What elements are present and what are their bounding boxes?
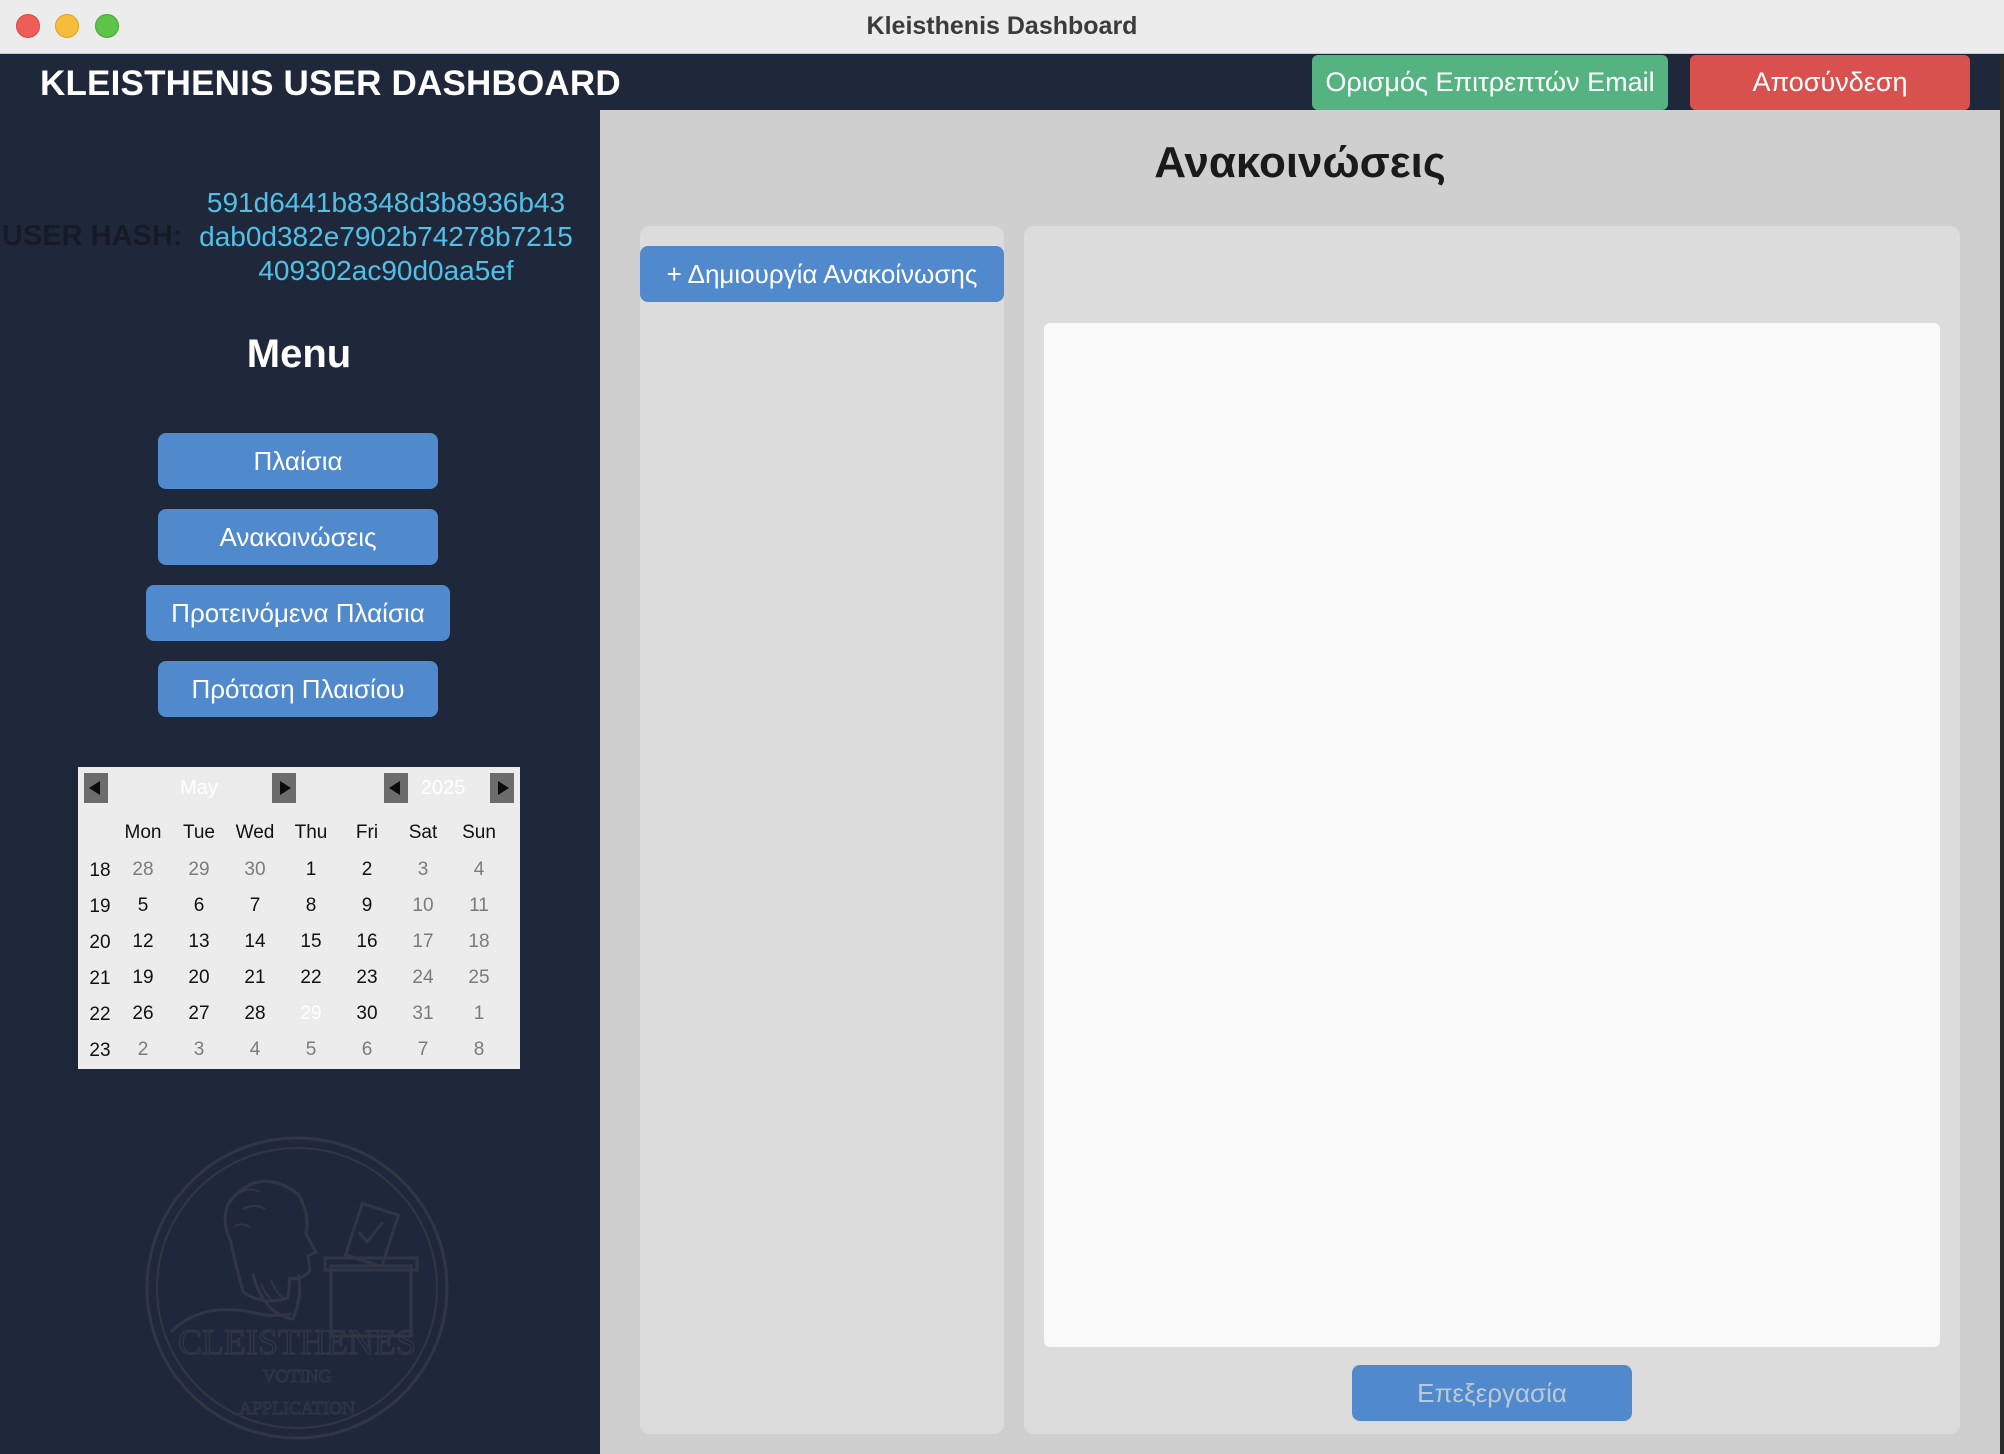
announcement-detail-panel: Επεξεργασία: [1024, 226, 1960, 1434]
calendar-day[interactable]: 11: [456, 895, 502, 917]
calendar-day[interactable]: 8: [288, 895, 334, 917]
calendar-day[interactable]: 2: [120, 1039, 166, 1061]
calendar-day[interactable]: 1: [288, 859, 334, 881]
announcements-list-panel: + Δημιουργία Ανακοίνωσης: [640, 226, 1004, 1434]
chevron-right-icon: [280, 781, 291, 795]
menu-item-announcements[interactable]: Ανακοινώσεις: [158, 509, 438, 565]
calendar-weekday-header: Tue: [182, 822, 216, 843]
dashboard-title: KLEISTHENIS USER DASHBOARD: [40, 64, 621, 103]
logout-button[interactable]: Αποσύνδεση: [1690, 55, 1970, 110]
calendar-year: 2025: [420, 777, 466, 799]
cleisthenes-logo: CLEISTHENES VOTING APPLICATION: [145, 1136, 449, 1440]
calendar-week-number: 23: [89, 1040, 111, 1061]
user-hash-value: 591d6441b8348d3b8936b43 dab0d382e7902b74…: [176, 186, 596, 288]
menu-item-suggested-frames[interactable]: Προτεινόμενα Πλαίσια: [146, 585, 450, 641]
calendar-day[interactable]: 12: [120, 931, 166, 953]
title-bar: Kleisthenis Dashboard: [0, 0, 2004, 54]
chevron-left-icon: [89, 781, 100, 795]
calendar-weekday-header: Sat: [408, 822, 438, 843]
calendar-day[interactable]: 8: [456, 1039, 502, 1061]
calendar-day[interactable]: 14: [232, 931, 278, 953]
app-header: KLEISTHENIS USER DASHBOARD Ορισμός Επιτρ…: [0, 55, 2000, 110]
logo-subtitle-text: APPLICATION: [239, 1398, 355, 1418]
calendar-day[interactable]: 20: [176, 967, 222, 989]
calendar-day[interactable]: 29: [176, 859, 222, 881]
user-hash-line: 409302ac90d0aa5ef: [258, 255, 514, 286]
next-month-button[interactable]: [272, 773, 296, 803]
user-hash-label: USER HASH:: [2, 220, 183, 252]
window-title: Kleisthenis Dashboard: [866, 12, 1138, 40]
calendar-day[interactable]: 31: [400, 1003, 446, 1025]
prev-year-button[interactable]: [384, 773, 408, 803]
calendar-day[interactable]: 6: [176, 895, 222, 917]
calendar-day[interactable]: 25: [456, 967, 502, 989]
chevron-right-icon: [498, 781, 509, 795]
allowed-emails-button[interactable]: Ορισμός Επιτρεπτών Email: [1312, 55, 1668, 110]
sidebar: USER HASH: 591d6441b8348d3b8936b43 dab0d…: [0, 110, 600, 1454]
next-year-button[interactable]: [490, 773, 514, 803]
main-panel: Ανακοινώσεις + Δημιουργία Ανακοίνωσης Επ…: [600, 110, 2000, 1454]
calendar-day[interactable]: 19: [120, 967, 166, 989]
calendar-day[interactable]: 1: [456, 1003, 502, 1025]
calendar-day[interactable]: 22: [288, 967, 334, 989]
calendar-day[interactable]: 13: [176, 931, 222, 953]
calendar-day[interactable]: 7: [232, 895, 278, 917]
calendar-day[interactable]: 7: [400, 1039, 446, 1061]
calendar-day[interactable]: 27: [176, 1003, 222, 1025]
calendar-day[interactable]: 30: [344, 1003, 390, 1025]
logo-title-text: CLEISTHENES: [178, 1322, 416, 1362]
calendar-day[interactable]: 5: [120, 895, 166, 917]
calendar-weekday-header: Wed: [235, 822, 275, 843]
calendar-day[interactable]: 21: [232, 967, 278, 989]
calendar-day[interactable]: 18: [456, 931, 502, 953]
calendar: May 2025 Mon Tue Wed Thu Fri Sat Sun 18 28 29 30 1 2…: [78, 767, 520, 1069]
calendar-day[interactable]: 2: [344, 859, 390, 881]
page-title: Ανακοινώσεις: [1154, 138, 1446, 187]
calendar-day[interactable]: 3: [400, 859, 446, 881]
calendar-day[interactable]: 10: [400, 895, 446, 917]
calendar-day[interactable]: 4: [456, 859, 502, 881]
calendar-day[interactable]: 24: [400, 967, 446, 989]
menu-item-frame-proposal[interactable]: Πρόταση Πλαισίου: [158, 661, 438, 717]
logo-subtitle-text: VOTING: [263, 1366, 332, 1386]
create-announcement-button[interactable]: + Δημιουργία Ανακοίνωσης: [640, 246, 1004, 302]
calendar-day[interactable]: 17: [400, 931, 446, 953]
calendar-week-number: 21: [89, 968, 111, 989]
calendar-weekday-header: Mon: [124, 822, 162, 843]
menu-item-frames[interactable]: Πλαίσια: [158, 433, 438, 489]
calendar-day[interactable]: 5: [288, 1039, 334, 1061]
calendar-day[interactable]: 6: [344, 1039, 390, 1061]
calendar-week-number: 19: [89, 896, 111, 917]
window-edge: [2000, 55, 2004, 1454]
calendar-day[interactable]: 16: [344, 931, 390, 953]
calendar-week-number: 22: [89, 1004, 111, 1025]
user-hash-line: dab0d382e7902b74278b7215: [199, 221, 573, 252]
announcement-content-field[interactable]: [1044, 323, 1940, 1347]
calendar-week-number: 20: [89, 932, 111, 953]
calendar-month: May: [180, 777, 218, 799]
calendar-day[interactable]: 28: [120, 859, 166, 881]
calendar-day[interactable]: 28: [232, 1003, 278, 1025]
chevron-left-icon: [389, 781, 400, 795]
calendar-weekday-header: Fri: [355, 822, 379, 843]
calendar-day[interactable]: 4: [232, 1039, 278, 1061]
calendar-weekday-header: Thu: [294, 822, 328, 843]
menu-title: Menu: [246, 332, 352, 376]
edit-button[interactable]: Επεξεργασία: [1352, 1365, 1632, 1421]
calendar-weekday-header: Sun: [462, 822, 496, 843]
calendar-day-selected[interactable]: 29: [288, 1003, 334, 1025]
calendar-day[interactable]: 3: [176, 1039, 222, 1061]
app-window: KLEISTHENIS USER DASHBOARD Ορισμός Επιτρ…: [0, 55, 2000, 1454]
calendar-day[interactable]: 23: [344, 967, 390, 989]
calendar-day[interactable]: 30: [232, 859, 278, 881]
calendar-day[interactable]: 26: [120, 1003, 166, 1025]
calendar-day[interactable]: 15: [288, 931, 334, 953]
calendar-week-number: 18: [89, 860, 111, 881]
prev-month-button[interactable]: [84, 773, 108, 803]
user-hash-line: 591d6441b8348d3b8936b43: [206, 187, 566, 218]
calendar-day[interactable]: 9: [344, 895, 390, 917]
